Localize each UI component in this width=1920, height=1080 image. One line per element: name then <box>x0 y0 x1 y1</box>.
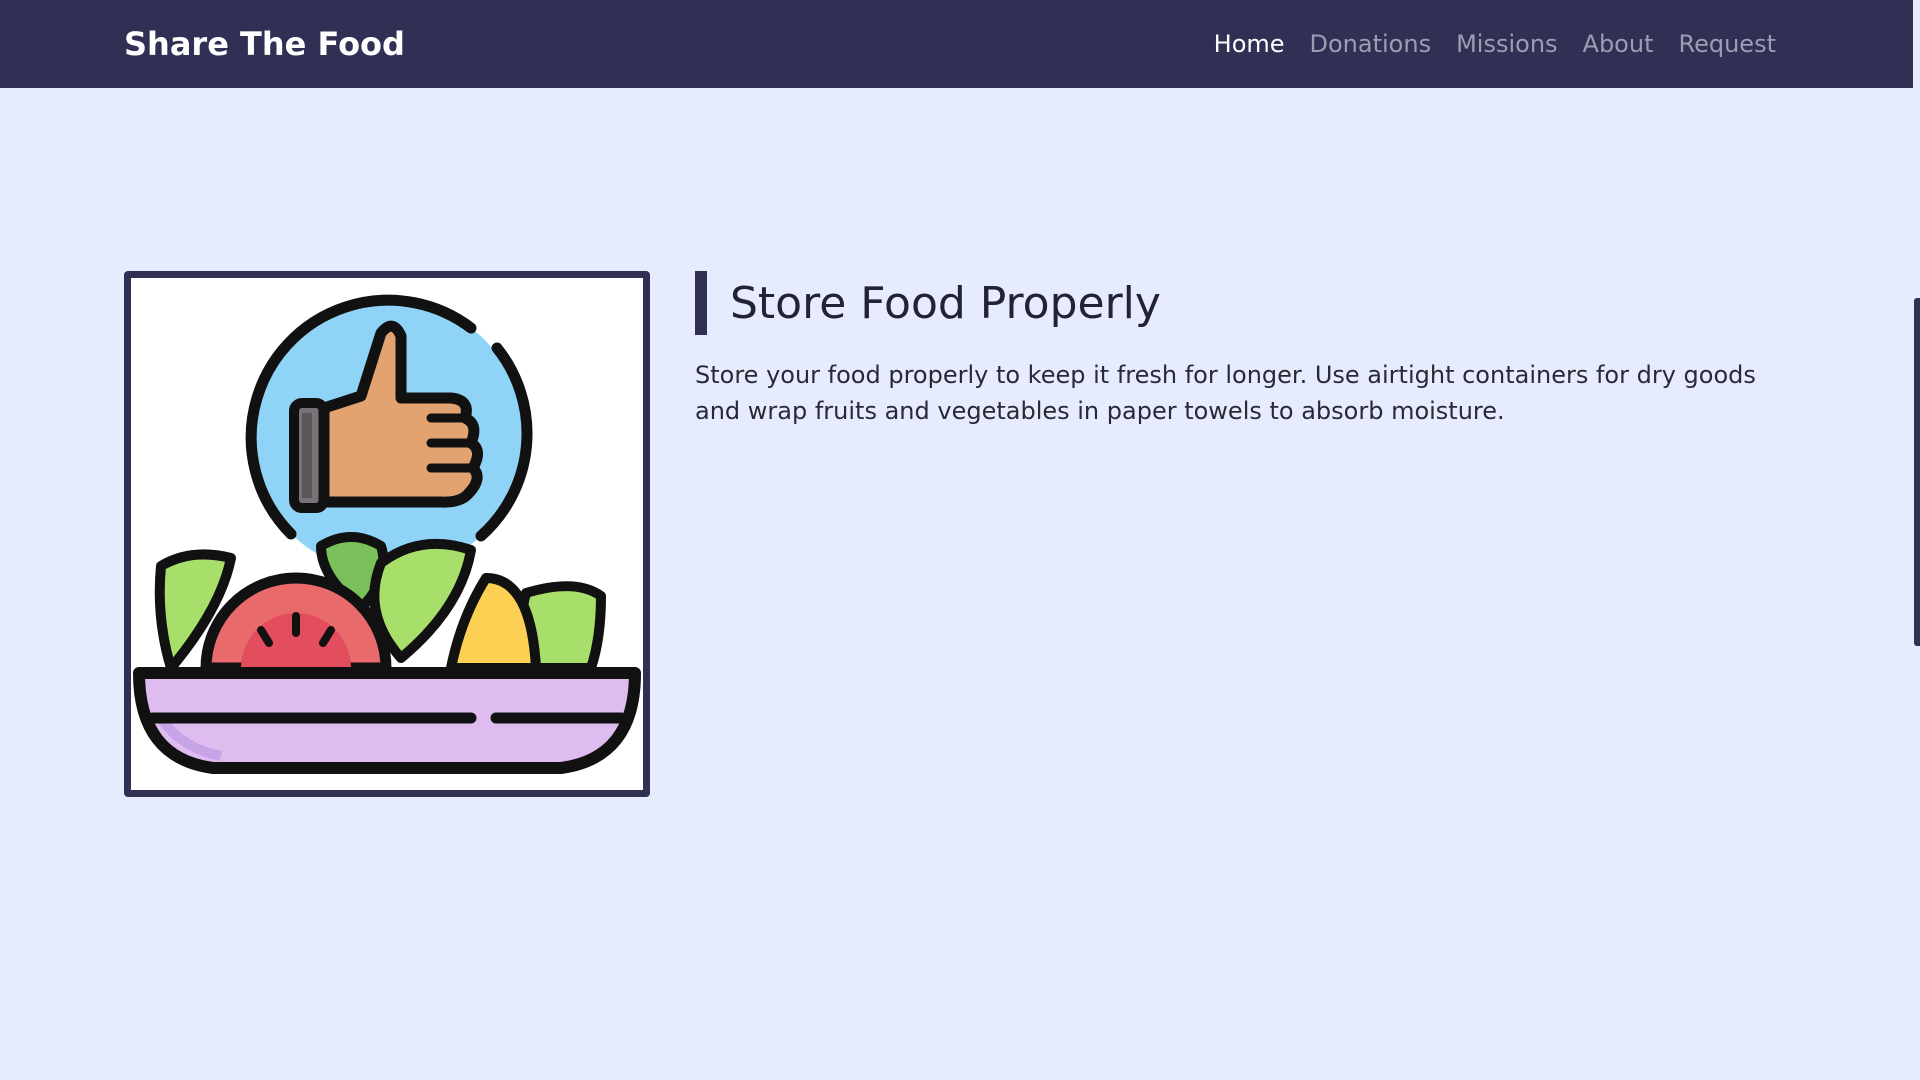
heading-accent-bar <box>695 271 707 335</box>
nav-link-missions[interactable]: Missions <box>1456 30 1557 58</box>
nav-links: Home Donations Missions About Request <box>1189 30 1776 58</box>
top-navbar: Share The Food Home Donations Missions A… <box>0 0 1913 88</box>
nav-link-about[interactable]: About <box>1583 30 1654 58</box>
feature-description: Store your food properly to keep it fres… <box>695 361 1756 425</box>
feature-heading: Store Food Properly <box>695 271 1784 335</box>
salad-bowl-thumbs-up-icon <box>133 294 641 774</box>
brand-logo-link[interactable]: Share The Food <box>124 25 405 63</box>
nav-link-donations[interactable]: Donations <box>1310 30 1432 58</box>
nav-link-home[interactable]: Home <box>1214 30 1285 58</box>
feature-title: Store Food Properly <box>730 277 1161 329</box>
feature-image-frame <box>124 271 650 797</box>
page-scrollbar[interactable] <box>1914 298 1920 646</box>
nav-link-request[interactable]: Request <box>1679 30 1777 58</box>
feature-text: Store Food Properly Store your food prop… <box>695 271 1784 453</box>
feature-section: Store Food Properly Store your food prop… <box>124 271 1784 797</box>
